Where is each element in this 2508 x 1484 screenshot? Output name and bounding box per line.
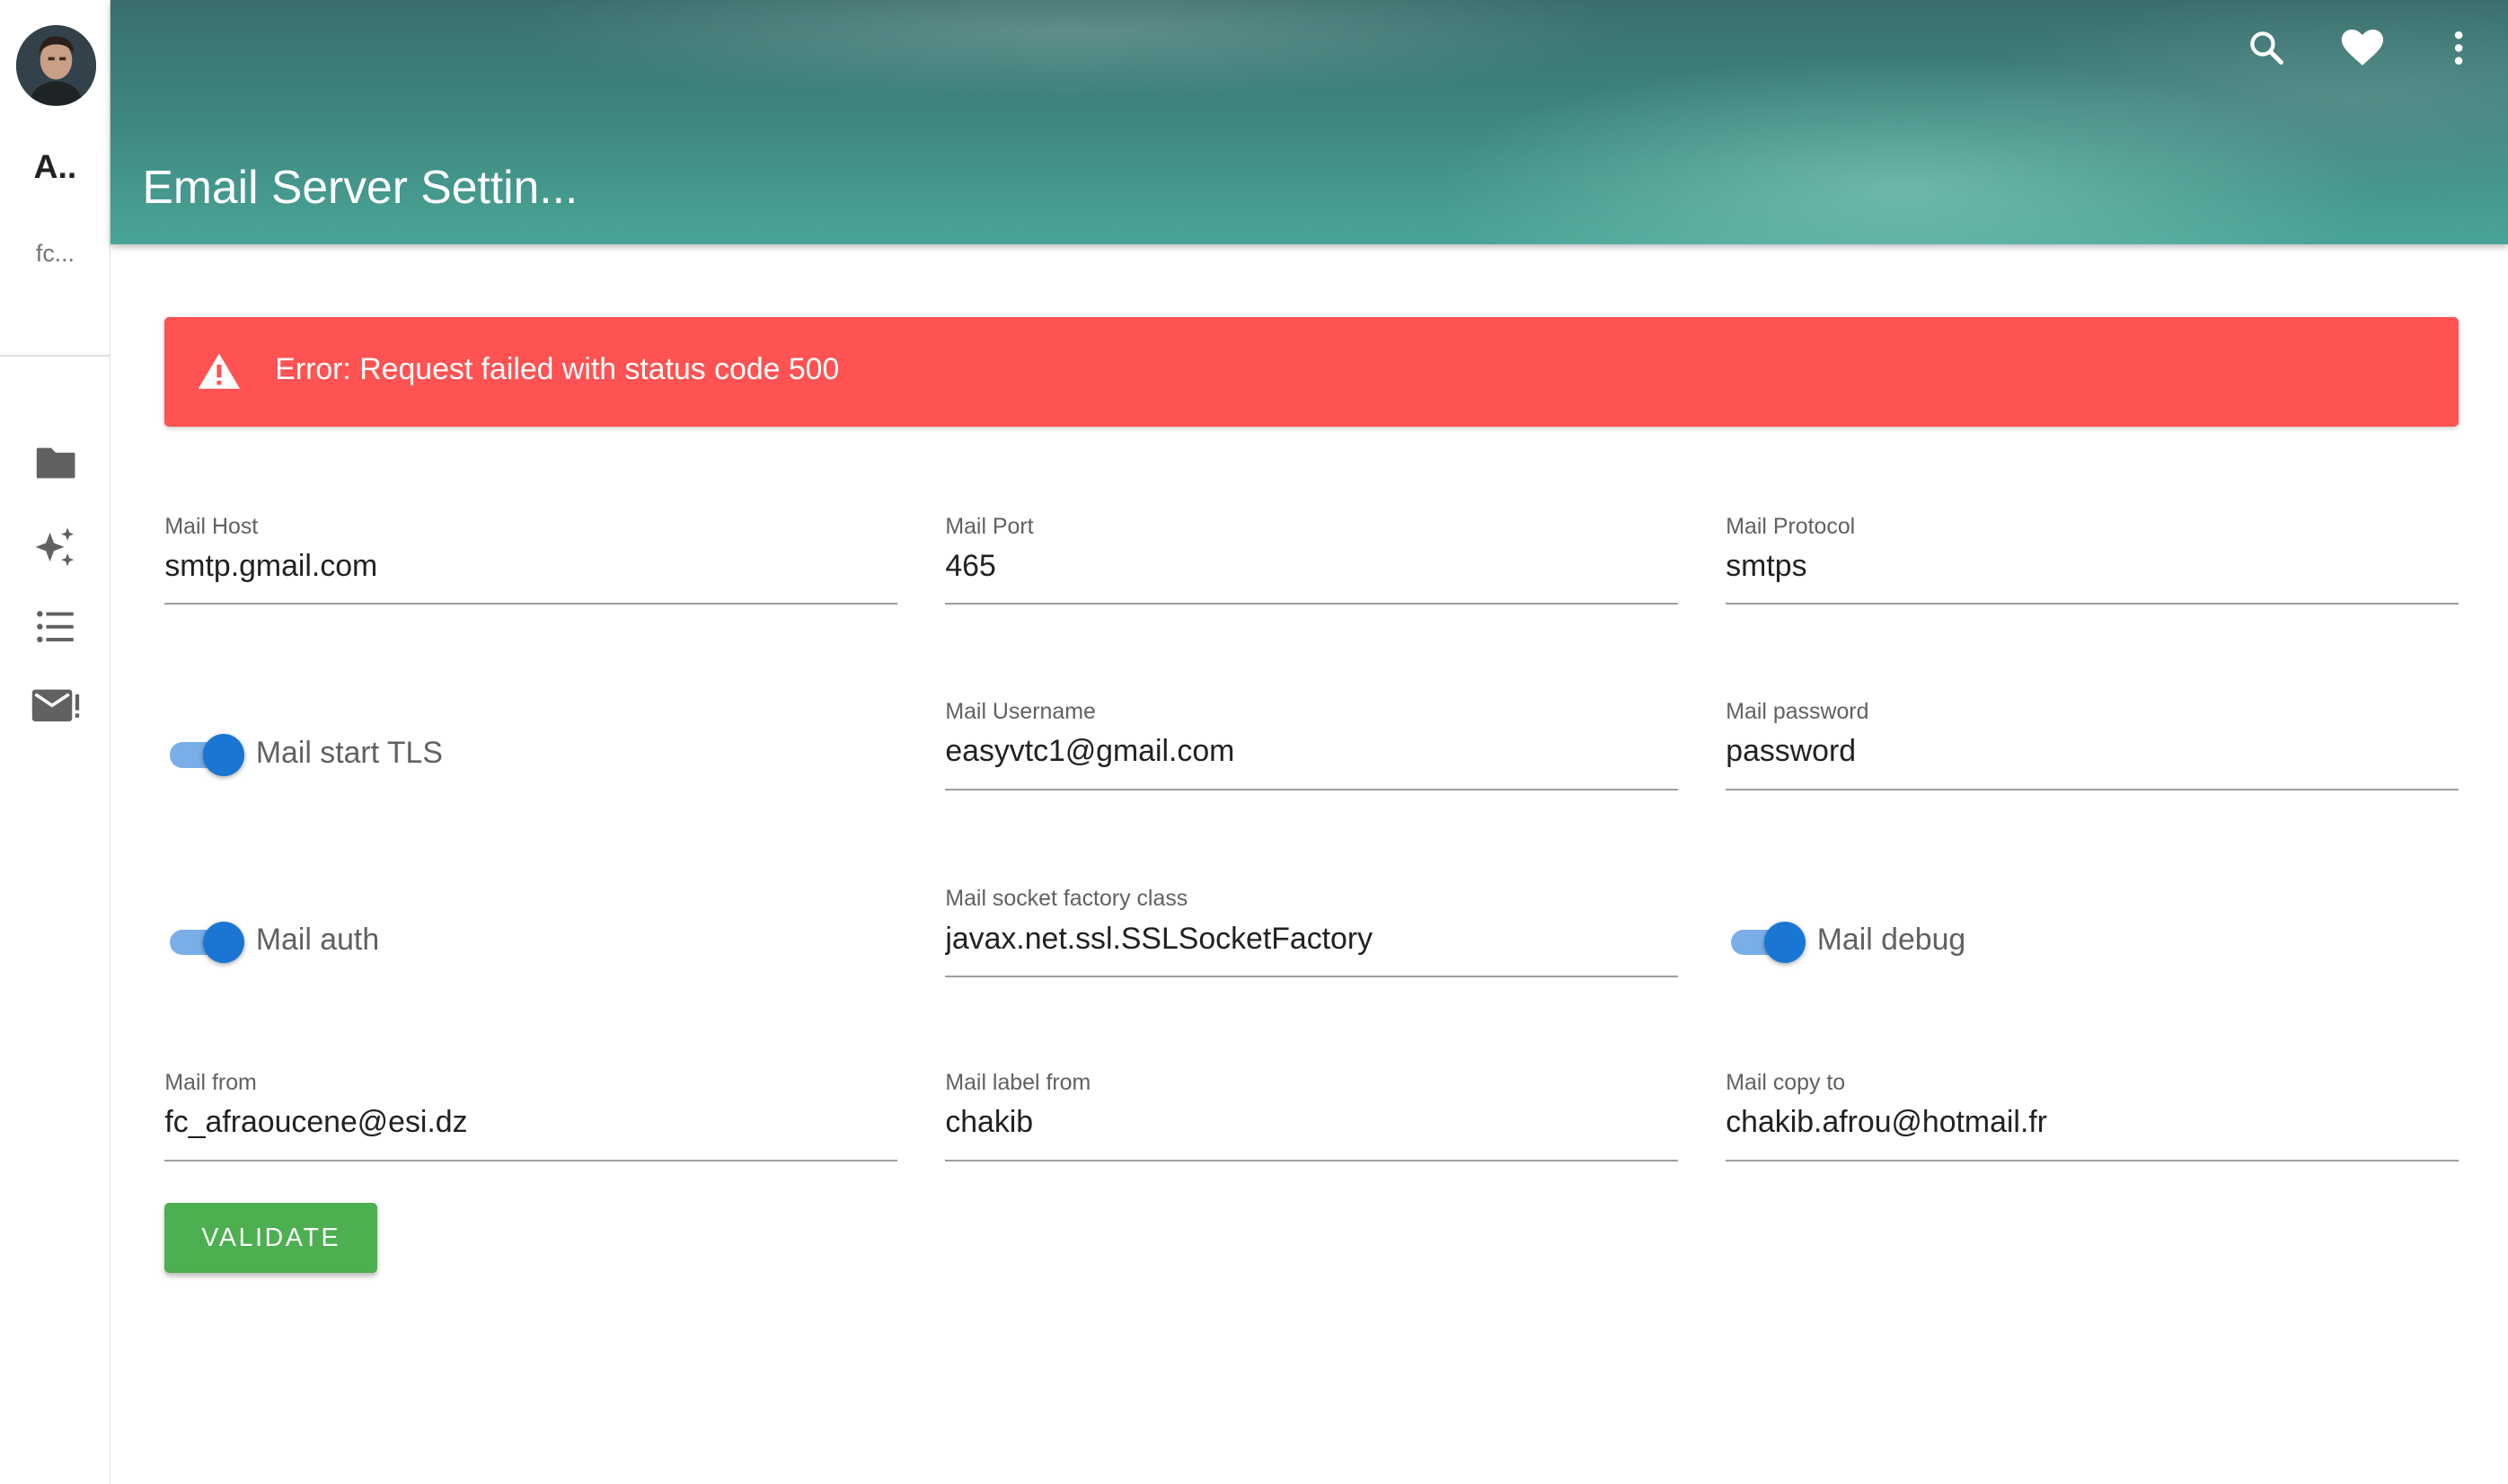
- field-underline: [1726, 1159, 2459, 1162]
- mail-from-field: Mail from: [164, 1070, 897, 1169]
- warning-icon: [197, 350, 242, 392]
- mail-protocol-input[interactable]: [1726, 542, 2459, 591]
- switch-label: Mail auth: [255, 923, 380, 958]
- page-title: Email Server Settin...: [142, 161, 578, 214]
- field-label: Mail Port: [945, 513, 1034, 539]
- switch-label: Mail start TLS: [255, 736, 443, 771]
- mail-copy-to-field: Mail copy to: [1726, 1070, 2459, 1169]
- field-underline: [945, 603, 1678, 605]
- mail-host-input[interactable]: [164, 542, 897, 591]
- folder-icon[interactable]: [31, 440, 82, 485]
- sidebar: A.. fc...: [0, 0, 110, 1484]
- switch-thumb[interactable]: [203, 921, 245, 963]
- switch-label: Mail debug: [1816, 923, 1966, 958]
- field-label: Mail Protocol: [1726, 513, 1856, 539]
- field-label: Mail label from: [945, 1070, 1091, 1096]
- sidebar-title: A..: [33, 146, 77, 185]
- more-vert-icon[interactable]: [2436, 25, 2481, 70]
- app-header: Email Server Settin...: [110, 0, 2508, 245]
- mail-label-from-field: Mail label from: [945, 1070, 1678, 1169]
- mail-host-field: Mail Host: [164, 514, 897, 613]
- mail-username-field: Mail Username: [945, 699, 1678, 798]
- switch-thumb[interactable]: [203, 734, 245, 776]
- mail-alert-icon[interactable]: [31, 683, 82, 728]
- alert-message: Error: Request failed with status code 5…: [275, 351, 840, 386]
- mail-copy-to-input[interactable]: [1726, 1099, 2459, 1147]
- switch-thumb[interactable]: [1764, 921, 1806, 963]
- sidebar-divider: [0, 355, 110, 358]
- validate-button[interactable]: VALIDATE: [164, 1203, 378, 1274]
- field-underline: [164, 603, 897, 605]
- avatar[interactable]: [15, 25, 96, 106]
- heart-icon[interactable]: [2340, 25, 2385, 70]
- field-label: Mail socket factory class: [945, 886, 1188, 912]
- field-label: Mail Username: [945, 699, 1096, 725]
- field-underline: [1726, 603, 2459, 605]
- mail-password-input[interactable]: [1726, 728, 2459, 776]
- field-underline: [1726, 788, 2459, 791]
- field-label: Mail from: [164, 1070, 257, 1096]
- field-underline: [945, 976, 1678, 977]
- mail-socket-factory-input[interactable]: [945, 914, 1678, 963]
- field-label: Mail copy to: [1726, 1070, 1846, 1096]
- mail-port-field: Mail Port: [945, 514, 1678, 613]
- field-label: Mail password: [1726, 699, 1869, 725]
- field-underline: [945, 788, 1678, 791]
- search-icon[interactable]: [2244, 25, 2289, 70]
- error-alert: Error: Request failed with status code 5…: [164, 316, 2459, 428]
- mail-auth-switch[interactable]: Mail auth: [164, 918, 644, 966]
- mail-start-tls-switch[interactable]: Mail start TLS: [164, 731, 644, 779]
- mail-from-input[interactable]: [164, 1099, 897, 1147]
- mail-password-field: Mail password: [1726, 699, 2459, 798]
- mail-username-input[interactable]: [945, 728, 1678, 776]
- mail-protocol-field: Mail Protocol: [1726, 514, 2459, 613]
- sparkles-icon[interactable]: [31, 525, 82, 570]
- mail-label-from-input[interactable]: [945, 1099, 1678, 1147]
- field-underline: [164, 1159, 897, 1162]
- field-underline: [945, 1159, 1678, 1162]
- mail-port-input[interactable]: [945, 542, 1678, 591]
- mail-socket-factory-field: Mail socket factory class: [945, 886, 1678, 985]
- mail-debug-switch[interactable]: Mail debug: [1726, 918, 2205, 966]
- field-label: Mail Host: [164, 513, 259, 539]
- list-icon[interactable]: [31, 605, 82, 649]
- sidebar-subtitle: fc...: [35, 240, 75, 268]
